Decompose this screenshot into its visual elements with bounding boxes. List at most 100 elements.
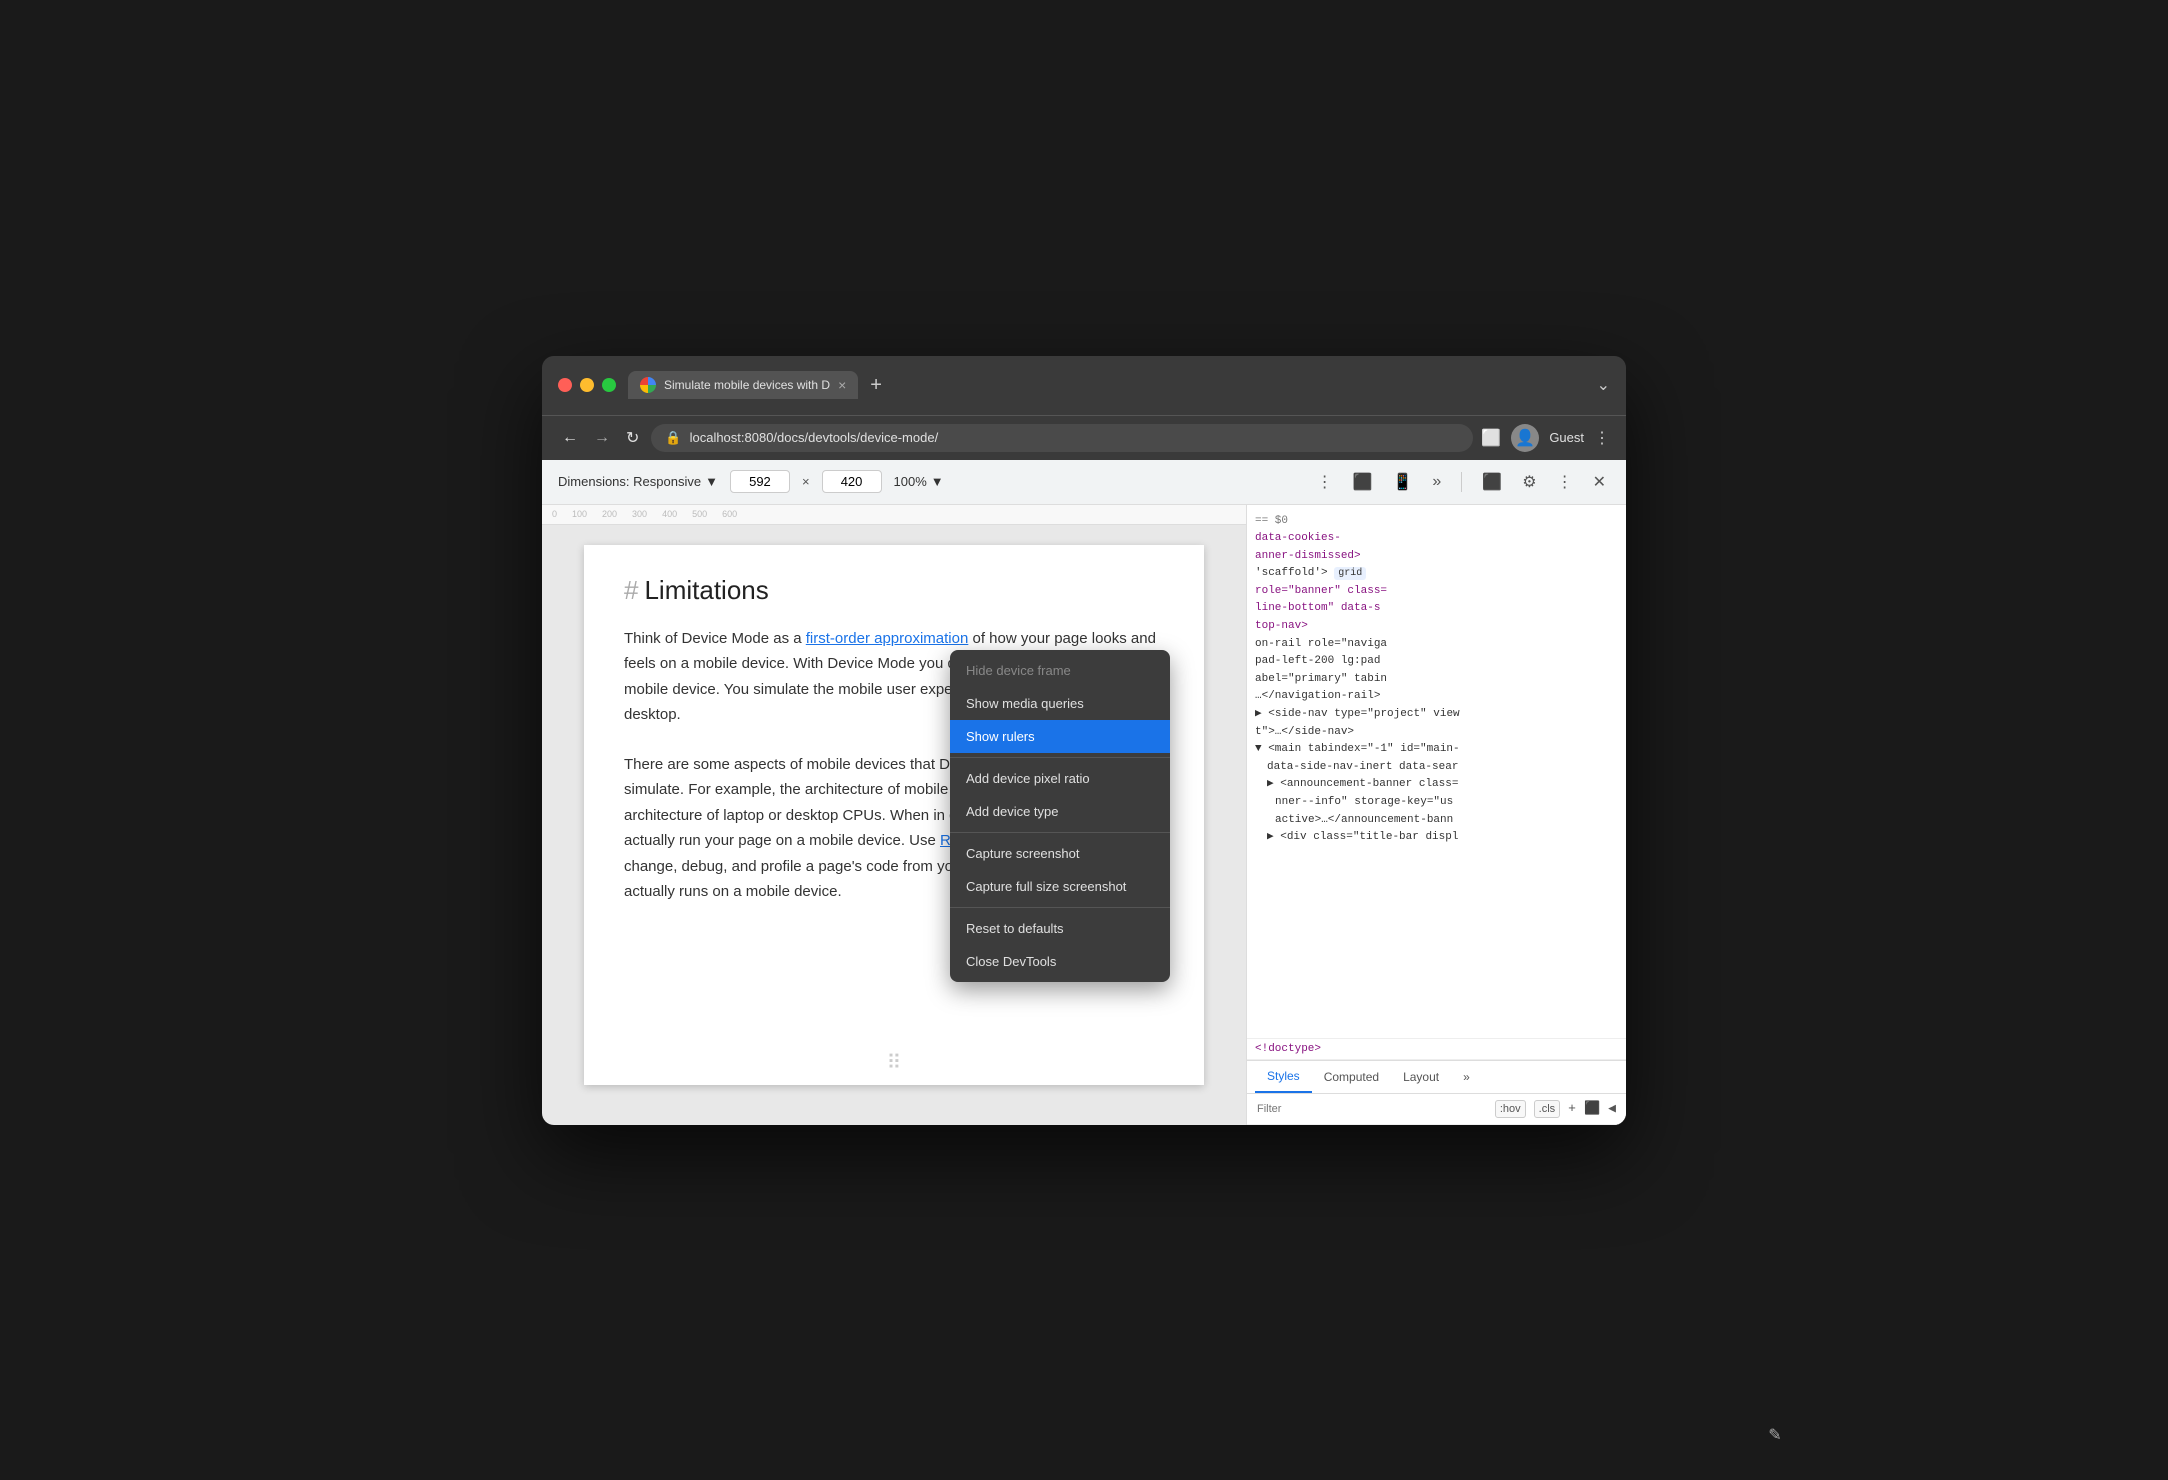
heading-hash: # <box>624 575 638 606</box>
active-tab[interactable]: Simulate mobile devices with D × <box>628 371 858 399</box>
dimensions-label-text: Dimensions: Responsive <box>558 474 701 489</box>
styles-tabs: Styles Computed Layout » <box>1247 1061 1626 1094</box>
tab-title: Simulate mobile devices with D <box>664 378 830 392</box>
lock-icon: 🔒 <box>665 430 681 446</box>
hov-button[interactable]: :hov <box>1495 1100 1526 1118</box>
dom-line: ▼ <main tabindex="-1" id="main- <box>1255 741 1618 759</box>
drag-handle-icon[interactable]: ⠿ <box>887 1050 902 1075</box>
menu-divider-3 <box>950 907 1170 908</box>
dom-line: data-cookies- <box>1255 530 1618 548</box>
menu-divider-1 <box>950 757 1170 758</box>
address-bar[interactable]: 🔒 localhost:8080/docs/devtools/device-mo… <box>651 424 1473 452</box>
guest-label: Guest <box>1549 430 1584 445</box>
close-button[interactable] <box>558 378 572 392</box>
menu-divider-2 <box>950 832 1170 833</box>
tab-more-panels[interactable]: » <box>1451 1062 1482 1092</box>
menu-item-reset-to-defaults[interactable]: Reset to defaults <box>950 912 1170 945</box>
ruler-marks: 0 100 200 300 400 500 600 <box>542 509 737 519</box>
device-toolbar-icon1[interactable]: ⬛ <box>1349 468 1377 496</box>
menu-item-add-device-pixel-ratio[interactable]: Add device pixel ratio <box>950 762 1170 795</box>
dom-line: ▶ <announcement-banner class= <box>1255 776 1618 794</box>
tab-layout[interactable]: Layout <box>1391 1062 1451 1092</box>
dom-line: …</navigation-rail> <box>1255 688 1618 706</box>
dom-line: abel="primary" tabin <box>1255 671 1618 689</box>
tab-close-icon[interactable]: × <box>838 377 846 393</box>
dom-line: on-rail role="naviga <box>1255 636 1618 654</box>
dimensions-selector[interactable]: Dimensions: Responsive ▼ <box>558 474 718 489</box>
tab-computed[interactable]: Computed <box>1312 1062 1391 1092</box>
nav-right: ⬜ 👤 Guest ⋮ <box>1481 424 1610 452</box>
window-menu-icon[interactable]: ⌄ <box>1597 375 1610 395</box>
page-heading: # Limitations <box>624 575 1164 606</box>
filter-input[interactable] <box>1257 1103 1487 1115</box>
dom-line: t">…</side-nav> <box>1255 724 1618 742</box>
dollar-sign: == $0 <box>1255 515 1288 527</box>
back-button[interactable]: ← <box>558 425 582 451</box>
dom-line: 'scaffold'> grid <box>1255 565 1618 583</box>
dom-line: nner--info" storage-key="us <box>1255 794 1618 812</box>
minimize-button[interactable] <box>580 378 594 392</box>
device-toolbar-icon2[interactable]: 📱 <box>1389 468 1417 496</box>
dimensions-arrow-icon: ▼ <box>705 474 718 489</box>
menu-item-show-rulers[interactable]: Show rulers <box>950 720 1170 753</box>
settings-icon[interactable]: ⚙ <box>1518 468 1540 496</box>
more-panels-icon[interactable]: » <box>1428 469 1445 495</box>
dom-area: == $0 data-cookies- anner-dismissed> 'sc… <box>1247 505 1626 1038</box>
elements-tab-icon[interactable]: ⬛ <box>1478 468 1506 496</box>
devtools-more-icon[interactable]: ⋮ <box>1553 468 1577 496</box>
filter-bar: :hov .cls + ⬛ ◀ <box>1247 1094 1626 1125</box>
dom-line: pad-left-200 lg:pad <box>1255 653 1618 671</box>
first-order-link[interactable]: first-order approximation <box>806 630 969 647</box>
dom-line: == $0 <box>1255 513 1618 531</box>
dom-line: ▶ <side-nav type="project" view <box>1255 706 1618 724</box>
menu-item-capture-screenshot[interactable]: Capture screenshot <box>950 837 1170 870</box>
menu-item-show-media-queries[interactable]: Show media queries <box>950 687 1170 720</box>
device-toolbar: Dimensions: Responsive ▼ × 100% ▼ ⋮ ⬛ 📱 … <box>542 460 1626 505</box>
menu-item-hide-device-frame[interactable]: Hide device frame <box>950 654 1170 687</box>
menu-item-add-device-type[interactable]: Add device type <box>950 795 1170 828</box>
dom-line: top-nav> <box>1255 618 1618 636</box>
grid-badge: grid <box>1334 567 1366 580</box>
tab-bar: Simulate mobile devices with D × + <box>628 370 1585 401</box>
width-input[interactable] <box>730 470 790 493</box>
maximize-button[interactable] <box>602 378 616 392</box>
nav-bar: ← → ↻ 🔒 localhost:8080/docs/devtools/dev… <box>542 415 1626 460</box>
avatar[interactable]: 👤 <box>1511 424 1539 452</box>
styles-panel: Styles Computed Layout » :hov .cls + ⬛ ◀ <box>1247 1060 1626 1125</box>
browser-window: Simulate mobile devices with D × + ⌄ ← →… <box>542 356 1626 1125</box>
refresh-button[interactable]: ↻ <box>622 424 643 452</box>
dom-line: data-side-nav-inert data-sear <box>1255 759 1618 777</box>
close-devtools-icon[interactable]: ✕ <box>1589 468 1610 496</box>
toggle-sidebar-icon[interactable]: ⬛ <box>1584 1101 1600 1116</box>
add-style-rule-icon[interactable]: + <box>1568 1101 1576 1116</box>
zoom-selector[interactable]: 100% ▼ <box>894 474 944 489</box>
title-bar: Simulate mobile devices with D × + ⌄ <box>542 356 1626 415</box>
toggle-devtools-icon[interactable]: ⬜ <box>1481 428 1501 448</box>
dom-line: anner-dismissed> <box>1255 548 1618 566</box>
dimension-x-separator: × <box>802 474 810 489</box>
dom-line: active>…</announcement-bann <box>1255 812 1618 830</box>
forward-button[interactable]: → <box>590 425 614 451</box>
new-tab-button[interactable]: + <box>862 370 890 401</box>
dom-line: role="banner" class= <box>1255 583 1618 601</box>
separator <box>1461 472 1462 492</box>
collapse-icon[interactable]: ◀ <box>1608 1101 1616 1116</box>
more-options-icon[interactable]: ⋮ <box>1313 468 1337 496</box>
doctype-line: <!doctype> <box>1247 1038 1626 1060</box>
cls-button[interactable]: .cls <box>1534 1100 1561 1118</box>
dom-line: line-bottom" data-s <box>1255 600 1618 618</box>
height-input[interactable] <box>822 470 882 493</box>
menu-item-capture-full-size-screenshot[interactable]: Capture full size screenshot <box>950 870 1170 903</box>
context-menu: Hide device frame Show media queries Sho… <box>950 650 1170 982</box>
ruler-top: 0 100 200 300 400 500 600 <box>542 505 1246 525</box>
traffic-lights <box>558 378 616 392</box>
address-text: localhost:8080/docs/devtools/device-mode… <box>690 430 939 445</box>
tab-styles[interactable]: Styles <box>1255 1061 1312 1093</box>
zoom-value: 100% <box>894 474 927 489</box>
zoom-arrow-icon: ▼ <box>931 474 944 489</box>
menu-item-close-devtools[interactable]: Close DevTools <box>950 945 1170 978</box>
chrome-menu-icon[interactable]: ⋮ <box>1594 428 1610 448</box>
chrome-favicon-icon <box>640 377 656 393</box>
dom-line: ▶ <div class="title-bar displ <box>1255 829 1618 847</box>
devtools-panel: == $0 data-cookies- anner-dismissed> 'sc… <box>1246 505 1626 1125</box>
